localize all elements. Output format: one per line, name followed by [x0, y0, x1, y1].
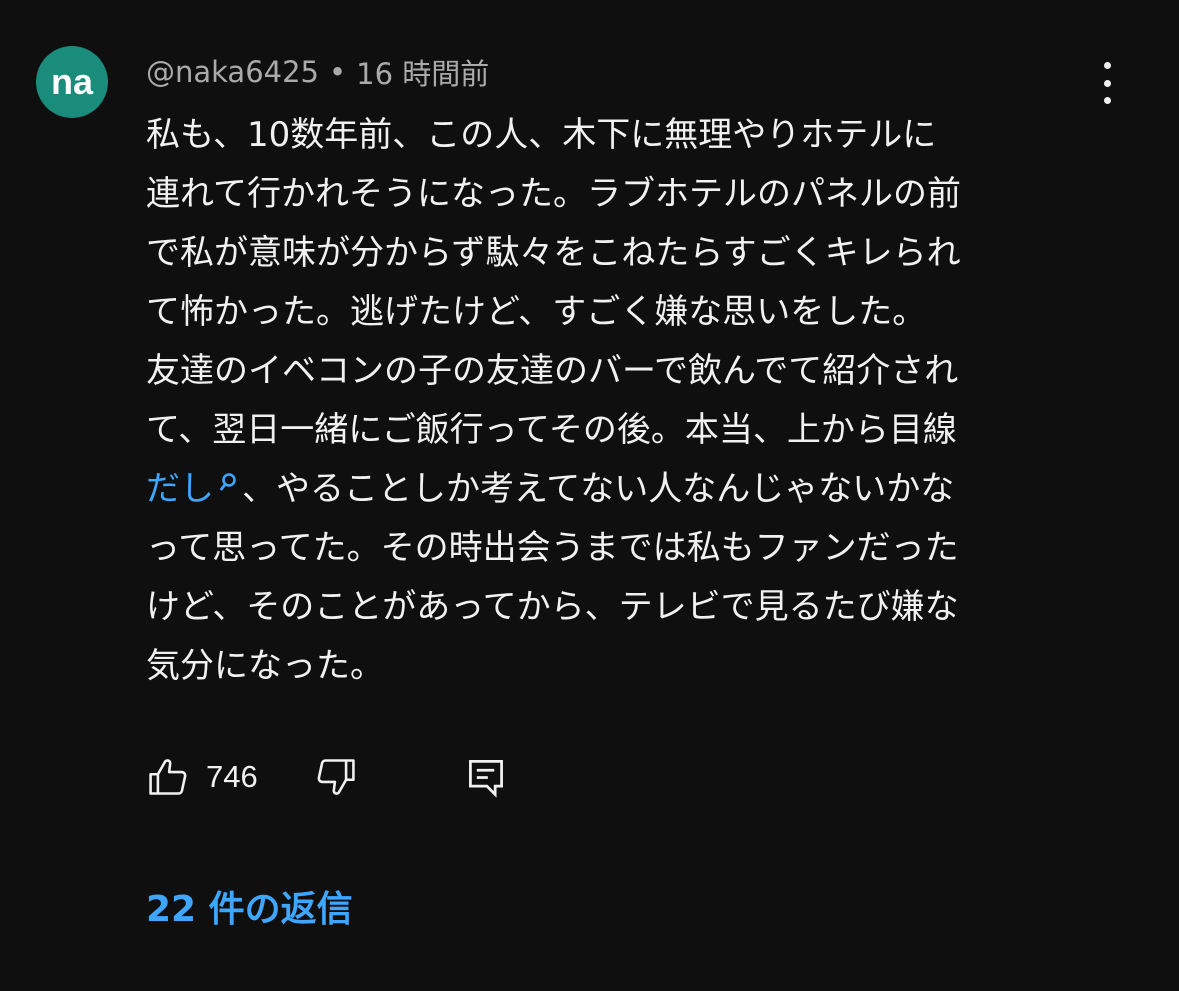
kebab-dot	[1103, 62, 1111, 69]
comment-line: で私が意味が分からず駄々をこねたらすごくキレられ	[146, 233, 961, 273]
comment-line: 連れて行かれそうになった。ラブホテルのパネルの前	[146, 174, 961, 214]
dislike-button[interactable]	[314, 752, 358, 802]
comment-actions: 746	[146, 752, 546, 802]
author-handle[interactable]: @naka6425	[146, 55, 319, 89]
avatar[interactable]: na	[36, 46, 108, 118]
thumbs-up-icon	[149, 759, 187, 795]
comment-line: て怖かった。逃げたけど、すごく嫌な思いをした。	[146, 292, 927, 332]
search-icon[interactable]	[220, 472, 242, 494]
comment-line: けど、そのことがあってから、テレビで見るたび嫌な	[146, 587, 959, 627]
comment-timestamp[interactable]: 16 時間前	[356, 51, 489, 93]
comment-line: て、翌日一緒にご飯行ってその後。本当、上から目線	[146, 410, 957, 450]
comment-line-continuation: 、やることしか考えてない人なんじゃないかな	[242, 469, 955, 509]
reply-button[interactable]	[464, 752, 508, 802]
comment-meta: @naka6425 • 16 時間前	[146, 52, 489, 92]
view-replies-button[interactable]: 22 件の返信	[146, 880, 353, 932]
kebab-dot	[1103, 79, 1111, 87]
comment-text: 私も、10数年前、この人、木下に無理やりホテルに 連れて行かれそうになった。ラブ…	[146, 106, 1106, 696]
comment-reply-icon	[469, 760, 503, 798]
comment-line: 気分になった。	[146, 646, 384, 686]
meta-separator: •	[329, 55, 347, 89]
like-button[interactable]: 746	[146, 752, 258, 802]
like-count: 746	[206, 759, 258, 794]
more-options-icon[interactable]	[1090, 62, 1124, 104]
kebab-dot	[1103, 97, 1111, 104]
comment-line: って思ってた。その時出会うまでは私もファンだった	[146, 528, 959, 568]
comment-line: 私も、10数年前、この人、木下に無理やりホテルに	[146, 115, 937, 155]
search-link-text[interactable]: だし	[146, 469, 214, 509]
comment-line: だし 、やることしか考えてない人なんじゃないかな	[146, 460, 1106, 519]
thumbs-down-icon	[317, 759, 355, 795]
search-link[interactable]: だし	[146, 469, 242, 509]
comment-line: 友達のイベコンの子の友達のバーで飲んでて紹介され	[146, 351, 959, 391]
